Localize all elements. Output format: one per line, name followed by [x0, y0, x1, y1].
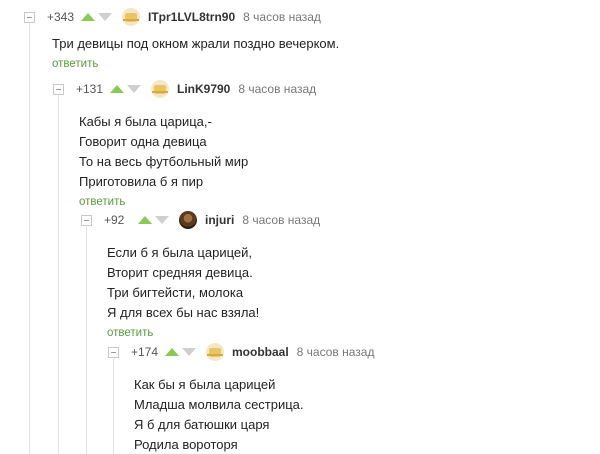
comment-body: Три девицы под окном жрали поздно вечерк…: [52, 34, 339, 54]
downvote-arrow-icon[interactable]: [182, 348, 196, 356]
reply-link[interactable]: ответить: [107, 327, 153, 339]
comment-line: Кабы я была царица,-: [79, 114, 212, 129]
downvote-arrow-icon[interactable]: [98, 13, 112, 21]
comment-time: 8 часов назад: [238, 82, 317, 96]
comment-header: +174 moobbaal 8 часов назад: [108, 343, 374, 361]
comment-username[interactable]: ITpr1LVL8trn90: [148, 10, 235, 24]
comment-body: Кабы я была царица,- Говорит одна девица…: [79, 112, 316, 192]
upvote-arrow-icon[interactable]: [138, 216, 152, 224]
thread-line-level-1[interactable]: [29, 20, 30, 454]
comment-username[interactable]: LinK9790: [177, 82, 230, 96]
comment-header: +343 ITpr1LVL8trn90 8 часов назад: [24, 8, 339, 26]
comment-line: То на весь футбольный мир: [79, 154, 249, 169]
comment-line: Вторит средняя девица.: [107, 265, 253, 280]
comment-rating: +92: [104, 213, 125, 227]
comment-line: Младша молвила сестрица.: [134, 397, 304, 412]
collapse-icon[interactable]: [24, 11, 35, 23]
downvote-arrow-icon[interactable]: [155, 216, 169, 224]
comment-3: +92 injuri 8 часов назад Если б я была ц…: [81, 211, 320, 341]
comment-rating: +131: [76, 82, 104, 96]
comment-time: 8 часов назад: [242, 213, 321, 227]
comment-body: Если б я была царицей, Вторит средняя де…: [107, 243, 320, 323]
comment-line: Говорит одна девица: [79, 134, 207, 149]
comment-time: 8 часов назад: [296, 345, 375, 359]
default-avatar-icon[interactable]: [206, 343, 224, 361]
collapse-icon[interactable]: [53, 83, 64, 95]
comment-username[interactable]: moobbaal: [232, 345, 289, 359]
comment-header: +92 injuri 8 часов назад: [81, 211, 320, 229]
default-avatar-icon[interactable]: [122, 8, 140, 26]
comment-time: 8 часов назад: [243, 10, 321, 24]
comment-line: Если б я была царицей,: [107, 245, 252, 260]
comment-body: Как бы я была царицей Младша молвила сес…: [134, 375, 374, 454]
comment-line: Три девицы под окном жрали поздно вечерк…: [52, 36, 340, 51]
comment-line: Приготовила б я пир: [79, 174, 204, 189]
upvote-arrow-icon[interactable]: [165, 348, 179, 356]
reply-link[interactable]: ответить: [79, 196, 125, 208]
comment-line: Три бигтейсти, молока: [107, 285, 244, 300]
upvote-arrow-icon[interactable]: [81, 13, 95, 21]
comment-1: +343 ITpr1LVL8trn90 8 часов назад Три де…: [24, 8, 339, 72]
comment-header: +131 LinK9790 8 часов назад: [53, 80, 316, 98]
comment-username[interactable]: injuri: [205, 213, 234, 227]
photo-avatar-icon[interactable]: [179, 211, 197, 229]
reply-link[interactable]: ответить: [52, 58, 98, 70]
comment-2: +131 LinK9790 8 часов назад Кабы я была …: [53, 80, 316, 210]
comment-rating: +343: [47, 10, 75, 24]
comment-rating: +174: [131, 345, 159, 359]
comment-line: Я б для батюшки царя: [134, 417, 270, 432]
comment-line: Родила вороторя: [134, 437, 238, 452]
downvote-arrow-icon[interactable]: [127, 85, 141, 93]
collapse-icon[interactable]: [81, 214, 92, 226]
comment-line: Я для всех бы нас взяла!: [107, 305, 260, 320]
upvote-arrow-icon[interactable]: [110, 85, 124, 93]
comment-4: +174 moobbaal 8 часов назад Как бы я был…: [108, 343, 374, 454]
collapse-icon[interactable]: [108, 346, 119, 358]
comment-line: Как бы я была царицей: [134, 377, 276, 392]
default-avatar-icon[interactable]: [151, 80, 169, 98]
